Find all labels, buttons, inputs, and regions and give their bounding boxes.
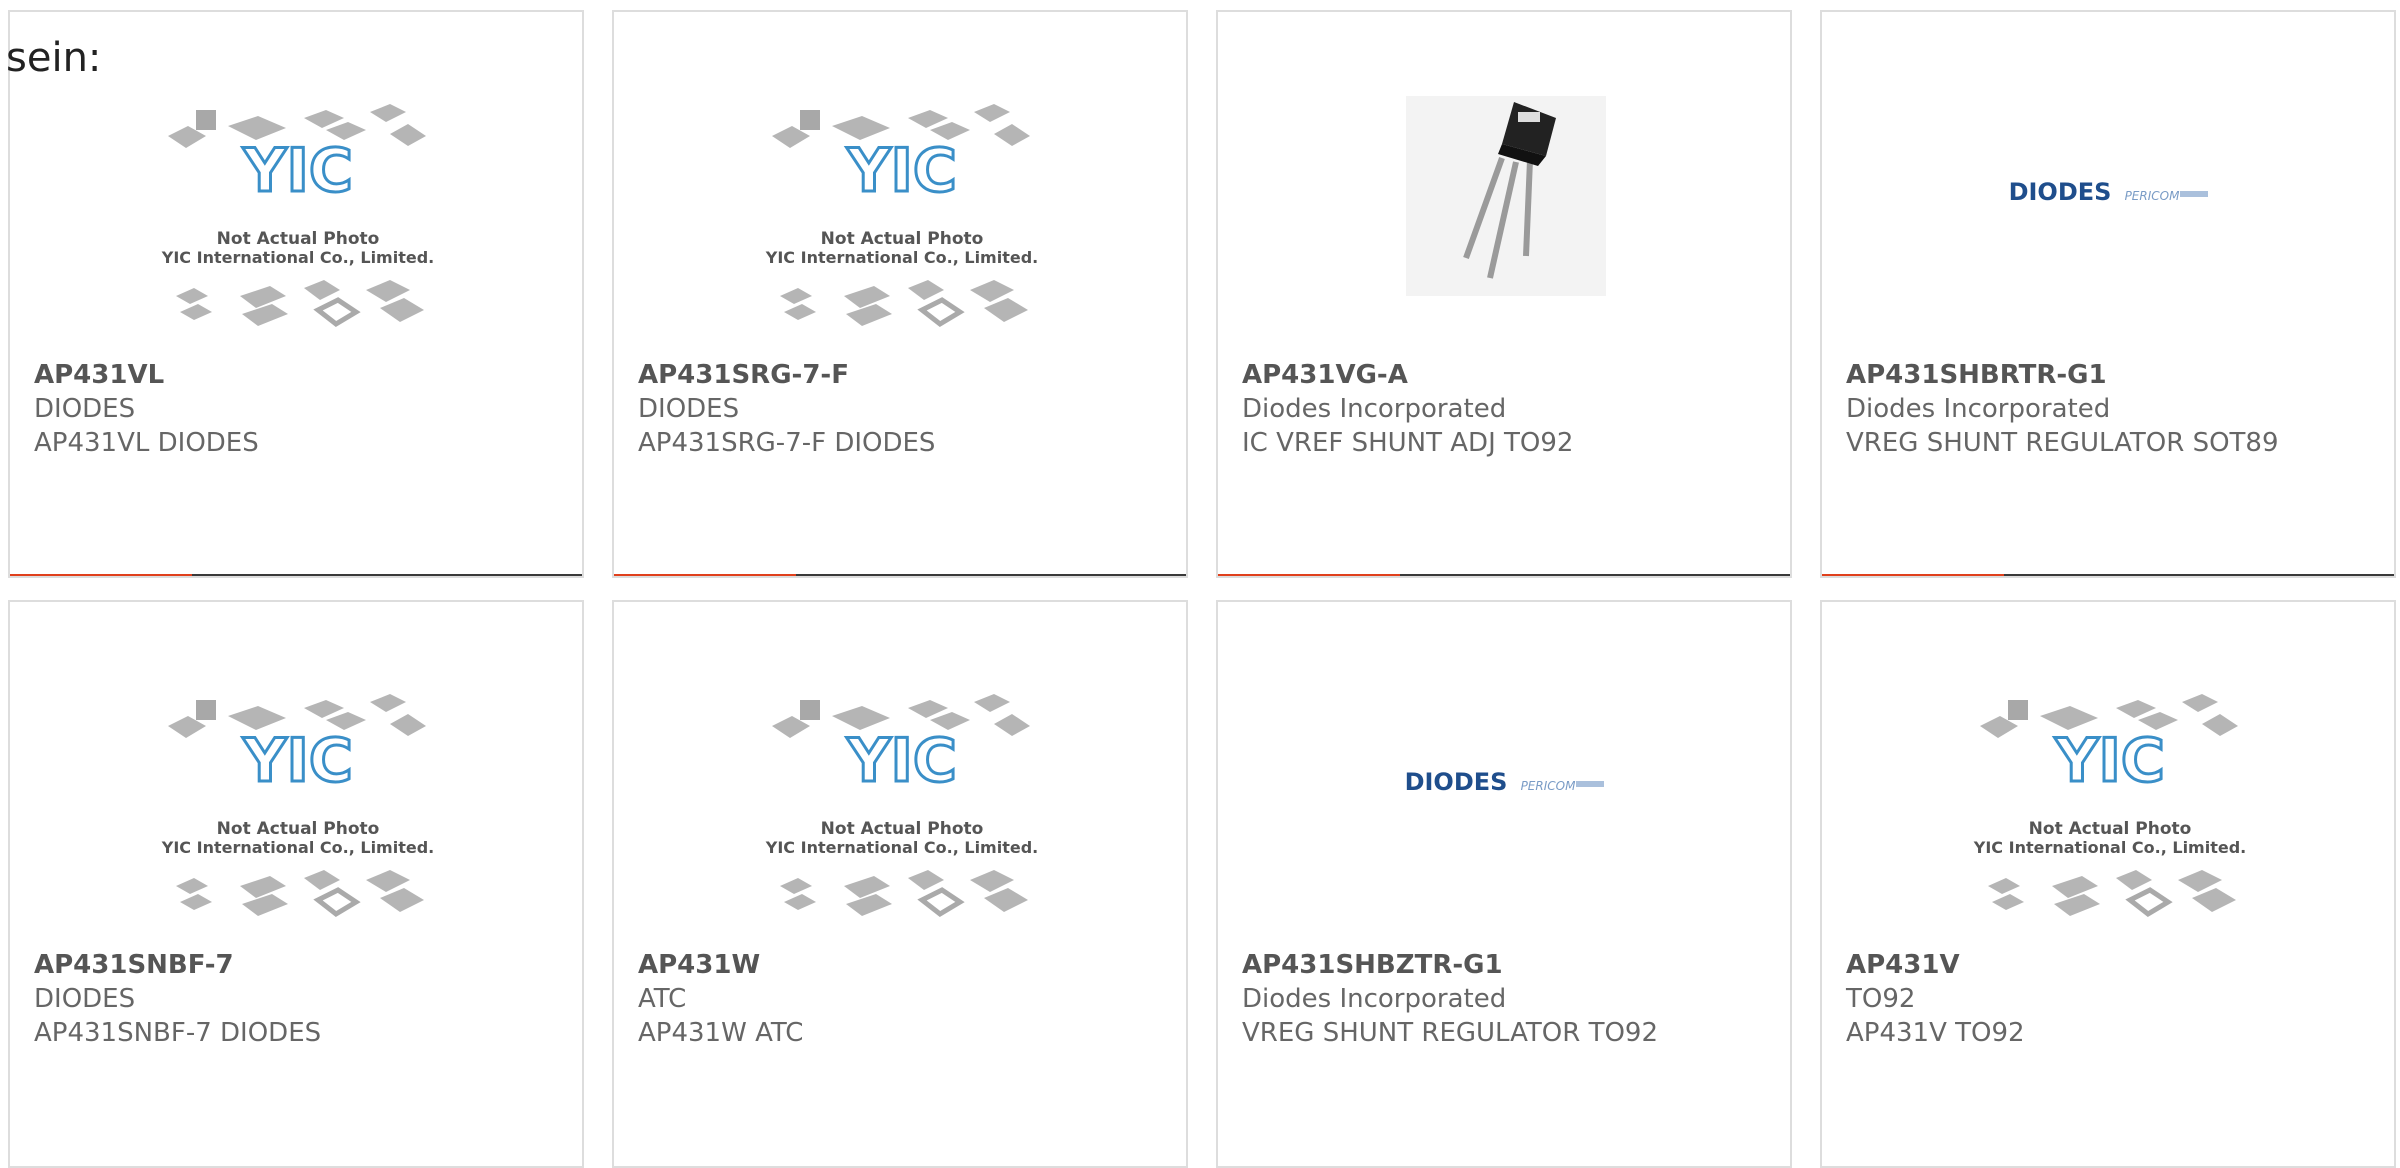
manufacturer: DIODES bbox=[34, 394, 136, 424]
diodes-pericom-logo: DIODES PERICOM bbox=[1405, 768, 1604, 796]
placeholder-line-1: Not Actual Photo bbox=[217, 229, 380, 249]
manufacturer: Diodes Incorporated bbox=[1242, 394, 1507, 424]
manufacturer: ATC bbox=[638, 984, 687, 1014]
description: IC VREF SHUNT ADJ TO92 bbox=[1242, 428, 1574, 458]
placeholder-line-2: YIC International Co., Limited. bbox=[765, 248, 1038, 267]
description: VREG SHUNT REGULATOR TO92 bbox=[1242, 1018, 1658, 1048]
part-number-link[interactable]: AP431V bbox=[1846, 948, 2386, 982]
diodes-brand-text: DIODES bbox=[1405, 768, 1508, 796]
placeholder-line-2: YIC International Co., Limited. bbox=[161, 838, 434, 857]
yic-logo-text: YIC bbox=[2054, 726, 2165, 796]
part-number-link[interactable]: AP431SNBF-7 bbox=[34, 948, 574, 982]
product-image[interactable]: YIC Not Actual Photo YIC International C… bbox=[1822, 686, 2394, 946]
part-number-link[interactable]: AP431VL bbox=[34, 358, 574, 392]
product-grid: YIC Not Actual Photo YIC International C… bbox=[0, 0, 2400, 1168]
intro-text: sein: bbox=[6, 35, 102, 81]
product-image[interactable]: YIC Not Actual Photo YIC International C… bbox=[614, 686, 1186, 946]
yic-placeholder-image: YIC Not Actual Photo YIC International C… bbox=[1973, 694, 2246, 918]
product-card[interactable]: YIC Not Actual Photo YIC International C… bbox=[1820, 600, 2396, 1168]
product-card[interactable]: DIODES PERICOM AP431SHBZTR-G1 Diodes Inc… bbox=[1216, 600, 1792, 1168]
description: AP431VL DIODES bbox=[34, 428, 259, 458]
product-card[interactable]: AP431VG-A Diodes Incorporated IC VREF SH… bbox=[1216, 10, 1792, 578]
card-accent-bar bbox=[614, 574, 1186, 576]
manufacturer: Diodes Incorporated bbox=[1846, 394, 2111, 424]
product-card[interactable]: YIC Not Actual Photo YIC International C… bbox=[8, 10, 584, 578]
product-image[interactable]: DIODES PERICOM bbox=[1218, 686, 1790, 946]
description: AP431V TO92 bbox=[1846, 1018, 2025, 1048]
part-number-link[interactable]: AP431SHBZTR-G1 bbox=[1242, 948, 1782, 982]
part-number-link[interactable]: AP431SHBRTR-G1 bbox=[1846, 358, 2386, 392]
to92-transistor-photo bbox=[1406, 96, 1606, 296]
product-image[interactable]: DIODES PERICOM bbox=[1822, 96, 2394, 356]
part-number-link[interactable]: AP431VG-A bbox=[1242, 358, 1782, 392]
yic-placeholder-image: YIC Not Actual Photo YIC International C… bbox=[161, 694, 434, 918]
diodes-brand-text: DIODES bbox=[2009, 178, 2112, 206]
pericom-text: PERICOM bbox=[1521, 779, 1577, 793]
placeholder-line-1: Not Actual Photo bbox=[821, 819, 984, 839]
part-number-link[interactable]: AP431W bbox=[638, 948, 1178, 982]
diodes-pericom-logo: DIODES PERICOM bbox=[2009, 178, 2208, 206]
yic-placeholder-image: YIC Not Actual Photo YIC International C… bbox=[161, 104, 434, 328]
pericom-text: PERICOM bbox=[2125, 189, 2181, 203]
product-card[interactable]: YIC Not Actual Photo YIC International C… bbox=[612, 10, 1188, 578]
description: AP431SRG-7-F DIODES bbox=[638, 428, 936, 458]
placeholder-line-2: YIC International Co., Limited. bbox=[1973, 838, 2246, 857]
yic-placeholder-image: YIC Not Actual Photo YIC International C… bbox=[765, 104, 1038, 328]
manufacturer: TO92 bbox=[1846, 984, 1916, 1014]
manufacturer: DIODES bbox=[638, 394, 740, 424]
product-image[interactable] bbox=[1218, 96, 1790, 356]
product-card[interactable]: DIODES PERICOM AP431SHBRTR-G1 Diodes Inc… bbox=[1820, 10, 2396, 578]
yic-logo-text: YIC bbox=[846, 136, 957, 206]
placeholder-line-2: YIC International Co., Limited. bbox=[765, 838, 1038, 857]
product-image[interactable]: YIC Not Actual Photo YIC International C… bbox=[10, 686, 582, 946]
placeholder-line-2: YIC International Co., Limited. bbox=[161, 248, 434, 267]
yic-placeholder-image: YIC Not Actual Photo YIC International C… bbox=[765, 694, 1038, 918]
yic-logo-text: YIC bbox=[242, 136, 353, 206]
description: AP431SNBF-7 DIODES bbox=[34, 1018, 322, 1048]
yic-logo-text: YIC bbox=[242, 726, 353, 796]
product-card[interactable]: YIC Not Actual Photo YIC International C… bbox=[8, 600, 584, 1168]
placeholder-line-1: Not Actual Photo bbox=[217, 819, 380, 839]
description: VREG SHUNT REGULATOR SOT89 bbox=[1846, 428, 2279, 458]
product-image[interactable]: YIC Not Actual Photo YIC International C… bbox=[614, 96, 1186, 356]
part-number-link[interactable]: AP431SRG-7-F bbox=[638, 358, 1178, 392]
manufacturer: Diodes Incorporated bbox=[1242, 984, 1507, 1014]
placeholder-line-1: Not Actual Photo bbox=[821, 229, 984, 249]
placeholder-line-1: Not Actual Photo bbox=[2029, 819, 2192, 839]
card-accent-bar bbox=[10, 574, 582, 576]
yic-logo-text: YIC bbox=[846, 726, 957, 796]
card-accent-bar bbox=[1822, 574, 2394, 576]
product-image[interactable]: YIC Not Actual Photo YIC International C… bbox=[10, 96, 582, 356]
card-accent-bar bbox=[1218, 574, 1790, 576]
product-card[interactable]: YIC Not Actual Photo YIC International C… bbox=[612, 600, 1188, 1168]
description: AP431W ATC bbox=[638, 1018, 804, 1048]
manufacturer: DIODES bbox=[34, 984, 136, 1014]
